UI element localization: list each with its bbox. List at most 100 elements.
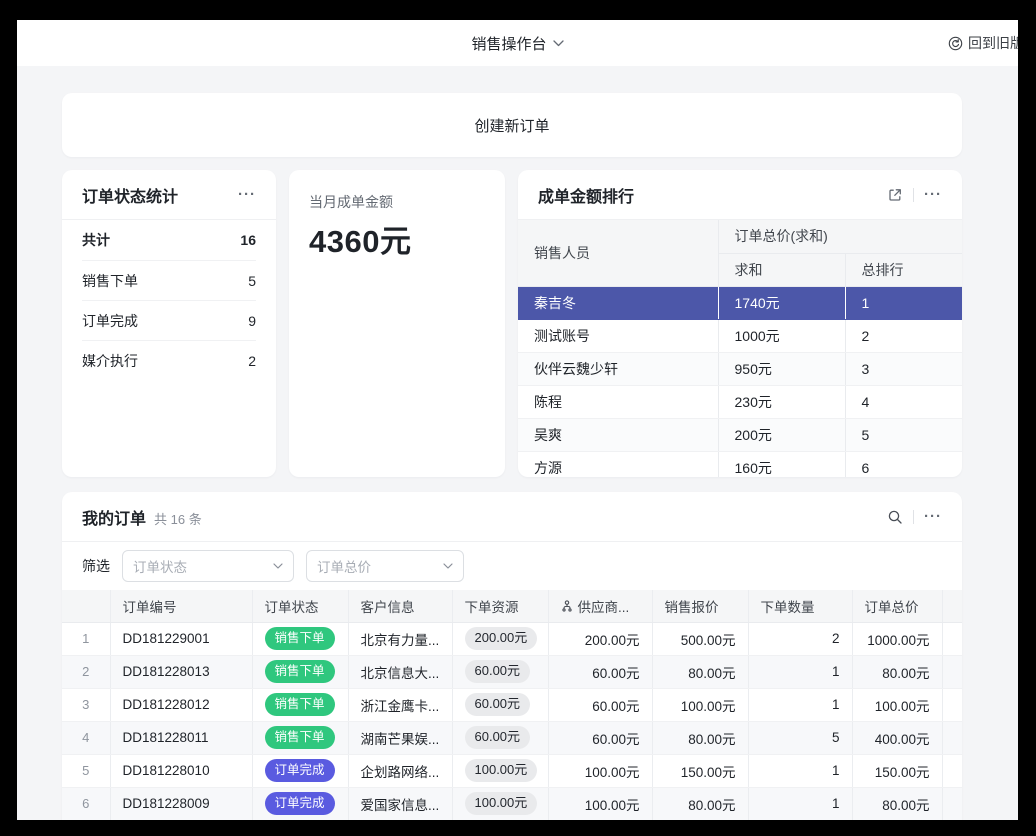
icon-divider (913, 510, 914, 524)
order-row[interactable]: 5 DD181228010 订单完成 企划路网络... 100.00元 100.… (62, 754, 962, 787)
supplier-cell: 60.00元 (548, 688, 652, 721)
rank-sum: 950元 (718, 352, 845, 385)
col-header-salesperson[interactable]: 销售人员 (518, 220, 718, 286)
col-header-sum[interactable]: 求和 (718, 253, 845, 286)
my-orders-header: 我的订单 共 16 条 ··· (62, 492, 962, 542)
order-row[interactable]: 4 DD181228011 销售下单 湖南芒果娱... 60.00元 60.00… (62, 721, 962, 754)
total-cell: 80.00元 (852, 787, 942, 820)
rank-rank: 2 (845, 319, 962, 352)
row-index: 5 (62, 754, 110, 787)
monthly-amount-label: 当月成单金额 (309, 192, 485, 212)
col-header-quote[interactable]: 销售报价 (652, 590, 748, 622)
stat-label: 销售下单 (82, 271, 138, 291)
rank-person: 伙伴云魏少轩 (518, 352, 718, 385)
order-no-cell: DD181228010 (110, 754, 252, 787)
customer-cell: 北京信息大... (348, 655, 452, 688)
more-options-icon[interactable]: ··· (924, 509, 942, 524)
search-icon[interactable] (887, 509, 903, 525)
my-orders-count: 共 16 条 (154, 509, 202, 528)
ranking-row[interactable]: 测试账号 1000元 2 (518, 319, 962, 352)
rank-person: 吴爽 (518, 418, 718, 451)
spare-cell (942, 688, 962, 721)
status-badge: 销售下单 (265, 726, 335, 749)
resource-badge: 200.00元 (465, 627, 538, 650)
supplier-cell: 100.00元 (548, 787, 652, 820)
order-row[interactable]: 6 DD181228009 订单完成 爱国家信息... 100.00元 100.… (62, 787, 962, 820)
open-external-icon[interactable] (887, 187, 903, 203)
rank-person: 方源 (518, 451, 718, 477)
spare-cell (942, 787, 962, 820)
col-header-index (62, 590, 110, 622)
col-header-order-total-group[interactable]: 订单总价(求和) (718, 220, 962, 253)
customer-cell: 爱国家信息... (348, 787, 452, 820)
col-header-supplier[interactable]: 供应商... (548, 590, 652, 622)
my-orders-title: 我的订单 (82, 505, 146, 529)
order-row[interactable]: 2 DD181228013 销售下单 北京信息大... 60.00元 60.00… (62, 655, 962, 688)
rank-person: 测试账号 (518, 319, 718, 352)
col-header-spare (942, 590, 962, 622)
order-row[interactable]: 1 DD181229001 销售下单 北京有力量... 200.00元 200.… (62, 622, 962, 655)
ranking-row-selected[interactable]: 秦吉冬 1740元 1 (518, 286, 962, 319)
customer-cell: 湖南芒果娱... (348, 721, 452, 754)
supplier-cell: 60.00元 (548, 721, 652, 754)
resource-cell: 200.00元 (452, 622, 548, 655)
app-viewport: 销售操作台 回到旧版 创建新订单 订单状态统计 ··· (17, 20, 1018, 820)
monthly-amount-card: 当月成单金额 4360元 (289, 170, 505, 477)
order-no-cell: DD181228011 (110, 721, 252, 754)
rank-sum: 230元 (718, 385, 845, 418)
workspace-switcher[interactable]: 销售操作台 (471, 33, 563, 54)
icon-divider (913, 188, 914, 202)
history-restore-icon (948, 36, 963, 51)
resource-badge: 100.00元 (465, 759, 538, 782)
col-header-rank[interactable]: 总排行 (845, 253, 962, 286)
resource-cell: 100.00元 (452, 754, 548, 787)
rank-person: 秦吉冬 (518, 286, 718, 319)
col-header-customer[interactable]: 客户信息 (348, 590, 452, 622)
stat-row-total: 共计 16 (82, 220, 256, 260)
order-no-cell: DD181228012 (110, 688, 252, 721)
col-header-status[interactable]: 订单状态 (252, 590, 348, 622)
more-options-icon[interactable]: ··· (238, 187, 256, 202)
back-to-old-version-link[interactable]: 回到旧版 (948, 20, 1018, 66)
total-cell: 150.00元 (852, 754, 942, 787)
resource-badge: 60.00元 (465, 693, 531, 716)
col-header-quantity[interactable]: 下单数量 (748, 590, 852, 622)
ranking-row[interactable]: 吴爽 200元 5 (518, 418, 962, 451)
rank-sum: 200元 (718, 418, 845, 451)
my-orders-card: 我的订单 共 16 条 ··· 筛选 订单状态 (62, 492, 962, 820)
more-options-icon[interactable]: ··· (924, 187, 942, 202)
chevron-down-icon (443, 563, 453, 569)
status-badge: 销售下单 (265, 660, 335, 683)
ranking-row[interactable]: 方源 160元 6 (518, 451, 962, 477)
spare-cell (942, 721, 962, 754)
col-header-total[interactable]: 订单总价 (852, 590, 942, 622)
quote-cell: 500.00元 (652, 622, 748, 655)
quantity-cell: 1 (748, 655, 852, 688)
monthly-amount-value: 4360元 (309, 216, 485, 261)
status-badge: 订单完成 (265, 792, 335, 815)
stat-row-sales-order: 销售下单 5 (82, 260, 256, 300)
customer-cell: 企划路网络... (348, 754, 452, 787)
amount-ranking-title: 成单金额排行 (538, 183, 634, 207)
order-no-cell: DD181229001 (110, 622, 252, 655)
quote-cell: 80.00元 (652, 787, 748, 820)
rank-rank: 6 (845, 451, 962, 477)
col-header-resource[interactable]: 下单资源 (452, 590, 548, 622)
spare-cell (942, 655, 962, 688)
order-total-filter-select[interactable]: 订单总价 (306, 550, 464, 582)
order-status-filter-select[interactable]: 订单状态 (122, 550, 294, 582)
quote-cell: 150.00元 (652, 754, 748, 787)
create-new-order-button[interactable]: 创建新订单 (62, 93, 962, 157)
rank-sum: 1000元 (718, 319, 845, 352)
stat-row-order-done: 订单完成 9 (82, 300, 256, 340)
create-new-order-label: 创建新订单 (474, 115, 549, 136)
order-row[interactable]: 3 DD181228012 销售下单 浙江金鹰卡... 60.00元 60.00… (62, 688, 962, 721)
ranking-row[interactable]: 陈程 230元 4 (518, 385, 962, 418)
ranking-row[interactable]: 伙伴云魏少轩 950元 3 (518, 352, 962, 385)
resource-cell: 100.00元 (452, 787, 548, 820)
quote-cell: 100.00元 (652, 688, 748, 721)
col-header-order-no[interactable]: 订单编号 (110, 590, 252, 622)
customer-cell: 北京有力量... (348, 622, 452, 655)
orders-table: 订单编号 订单状态 客户信息 下单资源 供应商... (62, 590, 962, 820)
row-index: 4 (62, 721, 110, 754)
